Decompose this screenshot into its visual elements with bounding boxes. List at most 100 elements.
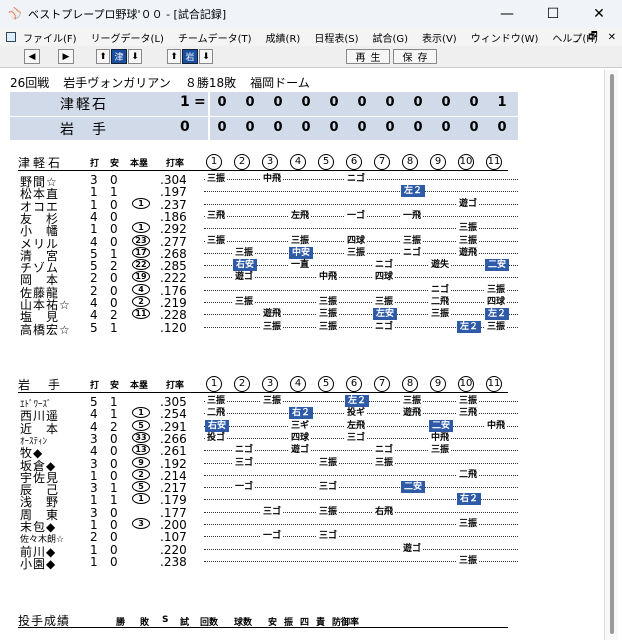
- at-bat-result: 三振: [457, 518, 480, 530]
- at-bat-result: 三振: [457, 554, 480, 567]
- player-row[interactable]: 坂倉◆ 3 0 9.192 三ゴ 三振 三振: [4, 456, 601, 473]
- player-row[interactable]: 佐藤龍 2 0 4.176 ニゴ 三振: [4, 283, 601, 300]
- menu-item[interactable]: 表示(V): [415, 30, 464, 45]
- next-arrow-button[interactable]: ▶: [58, 49, 74, 64]
- inning-number: 4: [290, 154, 306, 170]
- scoreboard-total: 0: [180, 119, 190, 135]
- at-bat-result: 三ゴ: [233, 456, 256, 469]
- at-bat-result: 二飛: [205, 407, 228, 420]
- inning-score: 0: [245, 95, 255, 110]
- menu-item[interactable]: 日程表(S): [307, 30, 365, 45]
- player-row[interactable]: オコエ 1 0 1.237 遊ゴ: [4, 197, 601, 214]
- player-row[interactable]: 小園◆ 1 0 .238 三振: [4, 554, 601, 571]
- inning-number: 5: [318, 154, 334, 170]
- at-bat-result: 左飛: [345, 419, 368, 432]
- player-row[interactable]: 浅 野 1 1 1.179 右２: [4, 493, 601, 509]
- player-row[interactable]: 宇佐見 1 0 2.214 二飛: [4, 468, 601, 485]
- team1-down-button[interactable]: ⬇: [128, 49, 142, 64]
- opponent-name: 岩手ヴォンガリアン: [63, 76, 171, 90]
- player-row[interactable]: 佐々木朗☆ 2 0.107 一ゴ 三ゴ: [4, 530, 601, 545]
- col-at-bats: 打: [90, 159, 100, 169]
- player-row[interactable]: ｵｰｽﾃｨﾝ 3 0 33.266 投ゴ 四球 三ゴ 中飛: [4, 431, 601, 447]
- player-row[interactable]: 山本祐☆ 4 0 2.219 三振 三振 三振 二飛 四球: [4, 296, 601, 312]
- hit-result: 左２: [345, 395, 370, 407]
- close-button[interactable]: ✕: [576, 0, 622, 28]
- scoreboard: 津軽石 1 = 0 0 0 0 0 0 0 0 0 0 1 岩 手000000000000: [10, 92, 518, 140]
- vertical-scrollbar[interactable]: [604, 70, 618, 640]
- player-row[interactable]: 野間☆ 3 0.304 三振 中飛 ニゴ: [4, 173, 601, 189]
- inning-score: 0: [413, 120, 423, 135]
- team2-up-button[interactable]: ⬆: [167, 49, 181, 64]
- player-row[interactable]: 周 東 3 0.177 三ゴ 三振 右飛: [4, 505, 601, 522]
- mdi-minimize-button[interactable]: _: [573, 32, 578, 43]
- inning-number: 11: [486, 376, 502, 392]
- maximize-button[interactable]: ☐: [530, 0, 576, 28]
- team2-down-button[interactable]: ⬇: [199, 49, 213, 64]
- save-button[interactable]: 保存: [393, 49, 437, 64]
- inning-number: 7: [374, 376, 390, 392]
- prev-arrow-button[interactable]: ◀: [24, 49, 40, 64]
- player-row[interactable]: 松本直 1 1.197 左２: [4, 185, 601, 201]
- inning-score: 0: [273, 120, 283, 135]
- at-bat-result: 中飛: [485, 419, 508, 432]
- inning-score: 1: [497, 95, 507, 110]
- hit-result: 二安: [429, 419, 454, 432]
- player-row[interactable]: 前川◆ 1 0.220 遊ゴ: [4, 542, 601, 559]
- home-runs: 23: [132, 234, 150, 246]
- inning-number: 2: [234, 154, 250, 170]
- inning-score: 0: [497, 120, 507, 135]
- player-row[interactable]: 西川遥 4 1 1.254 二飛 右２ 投ギ 遊飛 三飛: [4, 407, 601, 423]
- at-bat-result: 三振: [457, 395, 480, 407]
- menu-item[interactable]: 成績(R): [259, 30, 308, 45]
- player-row[interactable]: 岡 本 2 0 19.222 遊ゴ 中飛 四球: [4, 271, 601, 287]
- hit-result: 右２: [457, 493, 482, 506]
- menu-item[interactable]: ファイル(F): [16, 30, 84, 45]
- at-bat-result: 三飛: [457, 407, 480, 420]
- player-row[interactable]: 辰 己 3 1 5.217 一ゴ 三ゴ 二安: [4, 481, 601, 497]
- minimize-button[interactable]: —: [484, 0, 530, 28]
- at-bat-result: 三ゴ: [345, 431, 368, 444]
- player-row[interactable]: ｴﾄﾞﾜｰｽﾞ 5 1.305 三振 三振 左２ 三振 三振: [4, 395, 601, 410]
- team1-select-button[interactable]: 津: [111, 49, 127, 64]
- player-row[interactable]: メリル 4 0 23.277 三振 三振 四球 三振 三振: [4, 234, 601, 251]
- at-bat-result: 一ゴ: [345, 209, 368, 222]
- menu-item[interactable]: ウィンドウ(W): [464, 30, 546, 45]
- player-name: 高橋宏☆: [20, 322, 71, 337]
- home-runs: 2: [132, 468, 150, 480]
- col-home-runs: 本塁: [130, 381, 149, 391]
- mdi-close-button[interactable]: ✕: [608, 32, 616, 43]
- at-bat-result: 一ゴ: [261, 530, 284, 543]
- player-row[interactable]: 末包◆ 1 0 3.200 三振: [4, 518, 601, 534]
- home-runs: 2: [132, 296, 150, 307]
- pitching-col: S: [162, 615, 169, 625]
- menu-item[interactable]: 試合(G): [365, 30, 415, 45]
- player-row[interactable]: 近 本 4 2 5.291 右安 三ギ 左飛 二安 中飛: [4, 419, 601, 436]
- menu-item[interactable]: リーグデータ(L): [84, 30, 171, 45]
- player-row[interactable]: 牧◆ 4 0 13.261 ニゴ 遊ゴ ニゴ 三振: [4, 444, 601, 460]
- pitching-header: 投手成績 勝敗 S 試回数 球数安振四責防御率: [4, 612, 601, 628]
- header-underline: [18, 170, 508, 171]
- at-bat-result: 三ゴ: [317, 481, 340, 494]
- at-bat-result: 中飛: [261, 173, 284, 185]
- player-row[interactable]: 清 宮 5 1 17.268 三振 中安 三振 ニゴ 遊飛: [4, 246, 601, 263]
- mdi-restore-button[interactable]: 🗗: [588, 29, 597, 46]
- player-row[interactable]: チゾム 5 2 22.285 右安 一直 ニゴ 遊失 二安: [4, 259, 601, 275]
- play-button[interactable]: 再生: [346, 49, 390, 64]
- team1-up-button[interactable]: ⬆: [96, 49, 110, 64]
- player-row[interactable]: 友 杉 4 0.186 三飛 左飛 一ゴ 一飛: [4, 209, 601, 226]
- at-bat-result: 四球: [289, 431, 312, 444]
- inning-score: 0: [469, 95, 479, 110]
- hits: 0: [110, 554, 118, 569]
- player-row[interactable]: 塩 見 4 2 11.228 遊飛 三振 左安 三振 左２: [4, 308, 601, 324]
- menu-item[interactable]: チームデータ(T): [171, 30, 259, 45]
- player-row[interactable]: 高橋宏☆ 5 1.120 三振 三振 ニゴ 左２ 三振: [4, 320, 601, 337]
- window-title: ベストプレープロ野球'００ - [試合記録]: [28, 8, 227, 21]
- inning-score: 0: [357, 120, 367, 135]
- hit-result: 左安: [373, 308, 398, 321]
- at-bat-result: 遊飛: [261, 308, 284, 321]
- team2-select-button[interactable]: 岩: [182, 49, 198, 64]
- document-icon[interactable]: [6, 32, 16, 42]
- player-row[interactable]: 小 幡 1 0 1.292 三振: [4, 222, 601, 238]
- at-bat-result: 遊ゴ: [233, 271, 256, 284]
- at-bat-result: ニゴ: [373, 444, 396, 457]
